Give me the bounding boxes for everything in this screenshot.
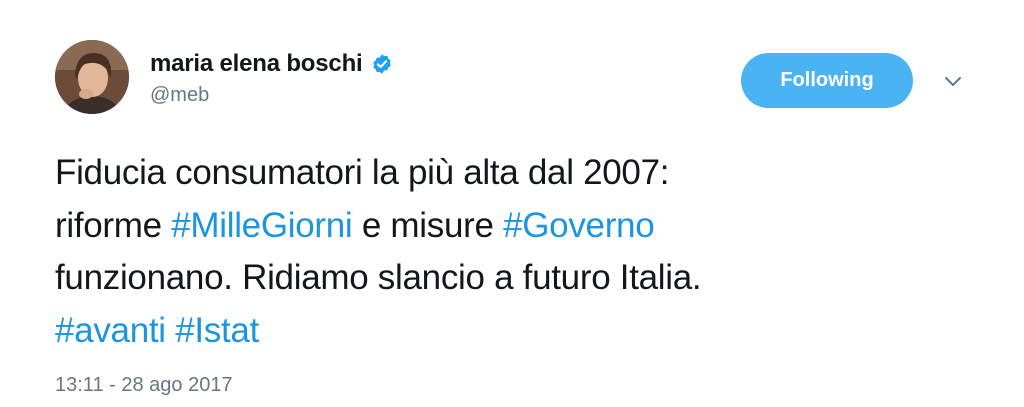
- author-name-row: maria elena boschi: [150, 50, 393, 78]
- verified-badge-icon: [371, 53, 393, 75]
- tweet-line-1: Fiducia consumatori la più alta dal 2007…: [55, 147, 985, 200]
- tweet-line-2: riforme #MilleGiorni e misure #Governo: [55, 200, 985, 253]
- tweet-text-segment: e misure: [352, 205, 504, 245]
- tweet-line-4: #avanti #Istat: [55, 305, 985, 358]
- hashtag-link-istat[interactable]: #Istat: [175, 311, 259, 350]
- author-display-name[interactable]: maria elena boschi: [150, 50, 363, 78]
- author-handle[interactable]: @meb: [150, 84, 209, 107]
- tweet-line-3: funzionano. Ridiamo slancio a futuro Ita…: [55, 252, 985, 305]
- hashtag-link-governo[interactable]: #Governo: [503, 206, 655, 245]
- tweet-text-segment: funzionano. Ridiamo slancio a futuro Ita…: [55, 258, 702, 297]
- tweet-text-segment: riforme: [55, 205, 172, 245]
- tweet-card: maria elena boschi @meb Following Fiduci…: [0, 0, 1024, 407]
- following-button[interactable]: Following: [741, 53, 913, 108]
- hashtag-link-avanti[interactable]: #avanti: [55, 311, 166, 350]
- chevron-down-icon[interactable]: [942, 70, 964, 92]
- tweet-text: Fiducia consumatori la più alta dal 2007…: [55, 147, 985, 357]
- hashtag-link-millegiorni[interactable]: #MilleGiorni: [171, 206, 352, 245]
- tweet-timestamp[interactable]: 13:11 - 28 ago 2017: [55, 374, 233, 397]
- tweet-text-segment: [166, 311, 175, 350]
- tweet-text-segment: Fiducia consumatori la più alta dal 2007…: [55, 153, 670, 192]
- avatar[interactable]: [55, 40, 129, 114]
